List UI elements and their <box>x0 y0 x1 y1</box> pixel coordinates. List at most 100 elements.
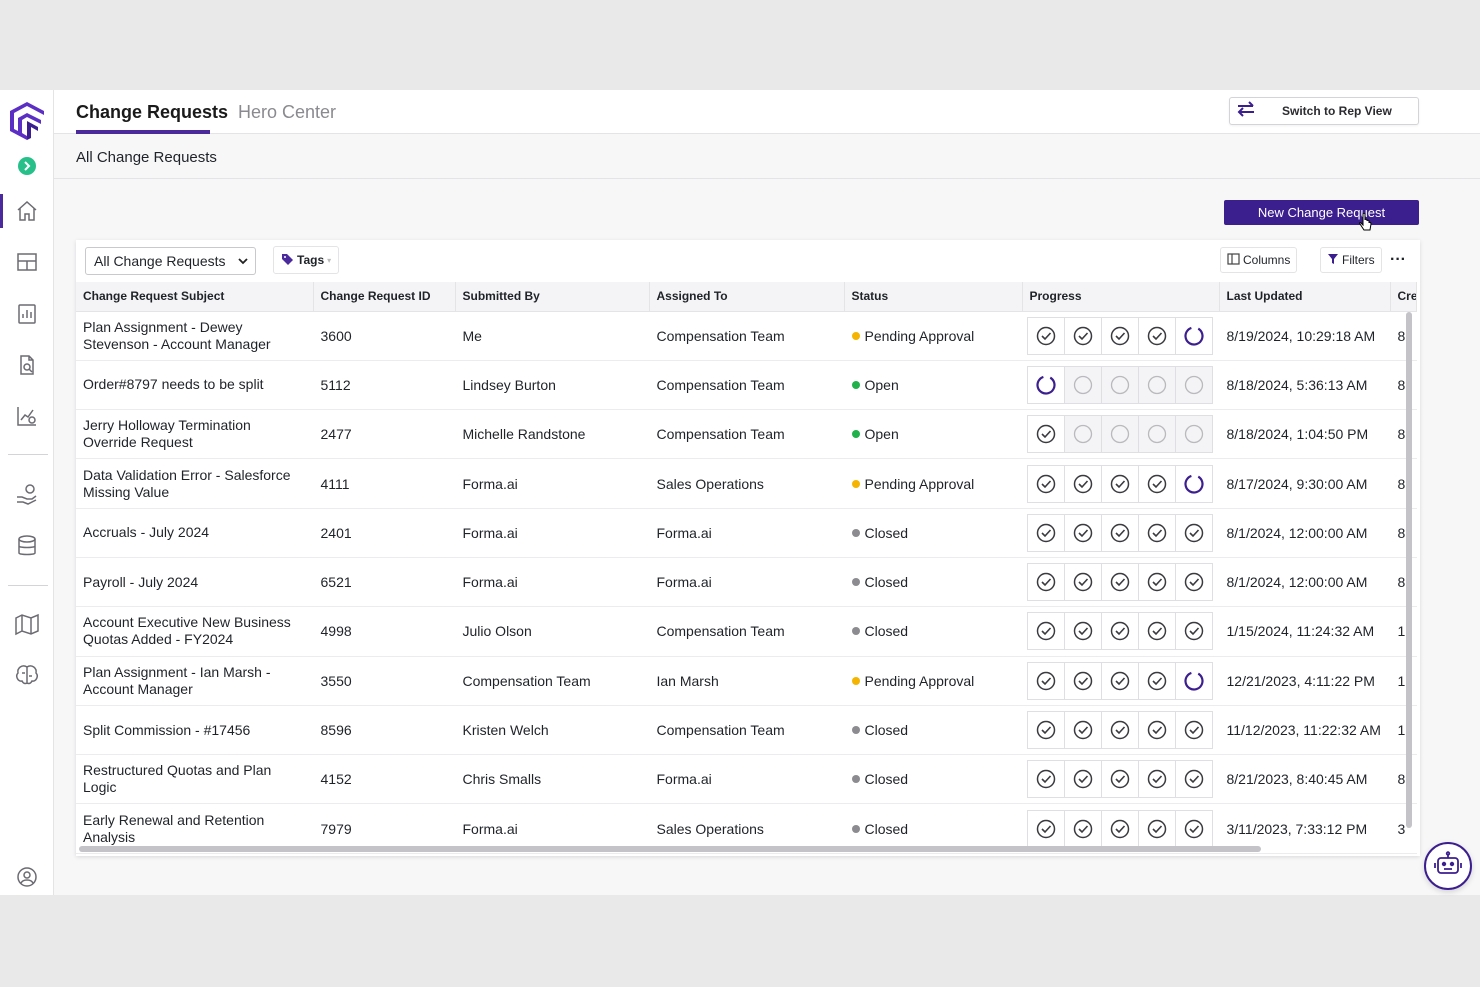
more-options-button[interactable]: ··· <box>1386 248 1410 272</box>
forma-logo-icon[interactable] <box>8 100 46 142</box>
status-label: Closed <box>864 623 909 640</box>
hand-coin-icon[interactable] <box>13 480 41 508</box>
cell-submitted-by: Lindsey Burton <box>455 360 649 411</box>
tags-button[interactable]: Tags ▾ <box>273 246 340 274</box>
step-complete-icon <box>1026 809 1065 848</box>
horizontal-scrollbar[interactable] <box>79 846 1261 852</box>
column-header-status[interactable]: Status <box>844 282 1023 312</box>
cell-assigned-to: Sales Operations <box>649 458 844 509</box>
cell-progress <box>1022 458 1219 509</box>
layout-icon[interactable] <box>13 248 41 276</box>
assistant-robot-button[interactable] <box>1424 842 1472 890</box>
status-dot-icon <box>851 479 860 488</box>
cell-last-updated: 8/18/2024, 1:04:50 PM <box>1219 409 1390 460</box>
cell-id: 8596 <box>313 705 455 756</box>
cell-progress <box>1022 606 1219 657</box>
user-circle-icon[interactable] <box>13 863 41 891</box>
cell-last-updated: 8/18/2024, 5:36:13 AM <box>1219 360 1390 411</box>
cell-progress <box>1022 705 1219 756</box>
view-select[interactable]: All Change Requests <box>85 247 256 275</box>
cell-assigned-to: Forma.ai <box>649 508 844 558</box>
cell-assigned-to: Ian Marsh <box>649 656 844 706</box>
cell-subject: Data Validation Error - Salesforce Missi… <box>76 458 313 509</box>
step-pending-icon <box>1063 415 1102 454</box>
step-complete-icon <box>1100 563 1139 602</box>
document-search-icon[interactable] <box>13 351 41 379</box>
table-row[interactable]: Plan Assignment - Ian Marsh - Account Ma… <box>76 656 1416 706</box>
progress-steps <box>1026 711 1219 750</box>
step-in-progress-icon <box>1026 365 1065 404</box>
table-header-row: Change Request Subject Change Request ID… <box>76 282 1417 312</box>
switch-to-rep-view-label: Switch to Rep View <box>1282 104 1392 118</box>
cell-subject: Order#8797 needs to be split <box>76 360 313 411</box>
columns-icon <box>1227 252 1240 268</box>
status-dot-icon <box>851 331 860 340</box>
cell-subject: Plan Assignment - Dewey Stevenson - Acco… <box>76 311 313 361</box>
cell-assigned-to: Forma.ai <box>649 557 844 608</box>
cell-subject: Split Commission - #17456 <box>76 705 313 756</box>
cell-created: 8 <box>1390 754 1416 805</box>
column-header-last-updated[interactable]: Last Updated <box>1219 282 1391 312</box>
table-row[interactable]: Split Commission - #17456 8596 Kristen Wel… <box>76 705 1416 756</box>
cell-last-updated: 8/21/2023, 8:40:45 AM <box>1219 754 1390 805</box>
home-icon[interactable] <box>13 197 41 225</box>
step-pending-icon <box>1174 365 1213 404</box>
cell-last-updated: 8/1/2024, 12:00:00 AM <box>1219 508 1390 558</box>
cell-subject: Plan Assignment - Ian Marsh - Account Ma… <box>76 656 313 706</box>
report-chart-icon[interactable] <box>13 300 41 328</box>
step-complete-icon <box>1137 661 1176 700</box>
cell-status: Open <box>844 409 1022 460</box>
main-content: New Change Request All Change Requests T… <box>54 179 1480 895</box>
table-row[interactable]: Jerry Holloway Termination Override Requ… <box>76 409 1416 460</box>
cell-created: 8 <box>1390 409 1416 460</box>
column-header-assigned-to[interactable]: Assigned To <box>649 282 845 312</box>
cell-id: 4998 <box>313 606 455 657</box>
column-header-submitted-by[interactable]: Submitted By <box>455 282 650 312</box>
table-row[interactable]: Data Validation Error - Salesforce Missi… <box>76 458 1416 509</box>
column-header-subject[interactable]: Change Request Subject <box>76 282 314 312</box>
step-complete-icon <box>1100 760 1139 799</box>
table-row[interactable]: Payroll - July 2024 6521 Forma.ai Forma.ai C… <box>76 557 1416 608</box>
brain-icon[interactable] <box>13 661 41 689</box>
step-complete-icon <box>1063 612 1102 651</box>
database-icon[interactable] <box>13 532 41 560</box>
vertical-scrollbar[interactable] <box>1406 312 1412 828</box>
column-header-id[interactable]: Change Request ID <box>313 282 456 312</box>
cell-submitted-by: Forma.ai <box>455 458 649 509</box>
cell-id: 4111 <box>313 458 455 509</box>
cell-submitted-by: Me <box>455 311 649 361</box>
cell-last-updated: 8/1/2024, 12:00:00 AM <box>1219 557 1390 608</box>
step-complete-icon <box>1063 563 1102 602</box>
app-window: Change Requests Hero Center Switch to Re… <box>0 90 1480 895</box>
step-complete-icon <box>1063 809 1102 848</box>
column-header-created[interactable]: Cre <box>1390 282 1417 312</box>
status-label: Closed <box>864 771 909 788</box>
table-row[interactable]: Order#8797 needs to be split 5112 Lindsey … <box>76 360 1416 411</box>
step-complete-icon <box>1026 661 1065 700</box>
status-dot-icon <box>851 528 860 537</box>
step-complete-icon <box>1137 464 1176 503</box>
table-row[interactable]: Plan Assignment - Dewey Stevenson - Acco… <box>76 311 1416 361</box>
progress-steps <box>1026 661 1219 700</box>
cell-progress <box>1022 360 1219 411</box>
step-complete-icon <box>1026 760 1065 799</box>
step-complete-icon <box>1063 513 1102 552</box>
columns-button[interactable]: Columns <box>1220 247 1298 273</box>
switch-to-rep-view-button[interactable]: Switch to Rep View <box>1229 97 1419 125</box>
caret-down-icon: ▾ <box>327 255 332 265</box>
tab-hero-center[interactable]: Hero Center <box>238 102 336 123</box>
step-pending-icon <box>1174 415 1213 454</box>
chart-dollar-icon[interactable] <box>13 402 41 430</box>
cell-last-updated: 12/21/2023, 4:11:22 PM <box>1219 656 1390 706</box>
status-dot-icon <box>851 627 860 636</box>
new-change-request-button[interactable]: New Change Request <box>1224 200 1419 225</box>
column-header-progress[interactable]: Progress <box>1022 282 1220 312</box>
map-icon[interactable] <box>13 610 41 638</box>
cell-progress <box>1022 557 1219 608</box>
table-row[interactable]: Accruals - July 2024 2401 Forma.ai Forma.ai… <box>76 508 1416 558</box>
tab-change-requests[interactable]: Change Requests <box>76 102 228 123</box>
table-row[interactable]: Restructured Quotas and Plan Logic 4152 Ch… <box>76 754 1416 805</box>
filters-button[interactable]: Filters <box>1320 247 1382 273</box>
table-row[interactable]: Account Executive New Business Quotas Ad… <box>76 606 1416 657</box>
expand-sidebar-icon[interactable] <box>18 157 36 175</box>
